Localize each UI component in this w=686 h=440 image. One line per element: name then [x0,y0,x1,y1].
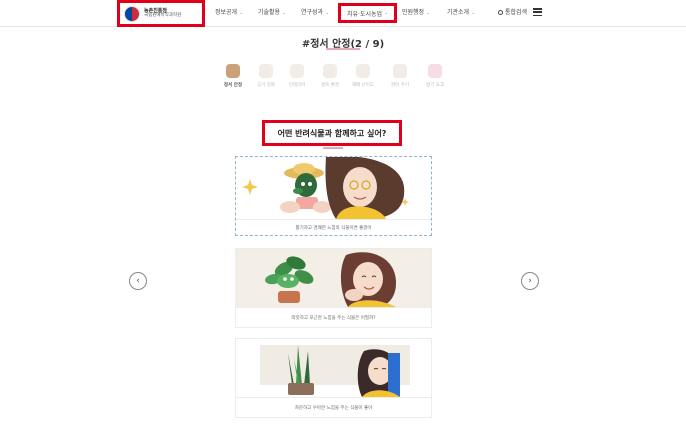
answer-card-warm[interactable]: 따뜻하고 포근한 느낌을 주는 식물은 어떨까? [235,248,432,328]
hamburger-menu-icon[interactable] [533,8,542,16]
cheerful-plant-illustration [236,157,431,219]
title-underline [326,48,360,50]
sun-icon [323,64,337,78]
step-item-emotional-stability[interactable]: 정서 안정 [218,64,248,88]
question-underline [323,147,343,149]
site-header: 농촌진흥청 국립원예특작과학원 정보공개 ⌄ 기술활용 ⌄ 연구성과 ⌄ 치유·도시농… [0,0,686,27]
heart-leaf-icon [226,64,240,78]
chevron-right-icon: › [528,275,532,286]
flower-icon [428,64,442,78]
step-label: 공기 정화 [257,83,275,88]
nav-item-tech-use[interactable]: 기술활용 ⌄ [258,7,286,16]
answer-card-calm[interactable]: 차분하고 우아한 느낌을 주는 식물이 좋아 [235,338,432,418]
chevron-down-icon: ⌄ [239,10,244,16]
site-logo[interactable]: 농촌진흥청 국립원예특작과학원 [117,0,205,27]
nav-item-civil-admin[interactable]: 민원행정 ⌄ [402,7,430,16]
sprout-icon [259,64,273,78]
integrated-search-button[interactable]: 통합검색 [498,7,527,16]
step-label: 인테리어 [288,83,306,88]
step-label: 생육 환경 [321,83,339,88]
card-caption: 차분하고 우아한 느낌을 주는 식물이 좋아 [236,397,431,417]
card-caption: 따뜻하고 포근한 느낌을 주는 식물은 어떨까? [236,307,431,327]
step-label: 정서 안정 [223,83,243,88]
nav-label: 정보공개 [215,9,238,16]
step-item-5: 재배 난이도 [348,64,378,88]
step-item-3: 인테리어 [282,64,312,88]
search-label: 통합검색 [505,9,528,16]
nav-label: 기관소개 [447,9,470,16]
step-indicator: 정서 안정 공기 정화 인테리어 생육 환경 재배 난이도 관리 주기 향기 효… [0,64,686,100]
search-icon [498,10,503,15]
nav-item-info-disclosure[interactable]: 정보공개 ⌄ [215,7,243,16]
logo-text: 농촌진흥청 국립원예특작과학원 [144,8,182,19]
step-item-6: 관리 주기 [385,64,415,88]
warm-plant-illustration [236,249,431,307]
answer-card-cheerful[interactable]: 활기차고 경쾌한 느낌의 식물이면 좋겠어 [235,156,432,236]
question-heading: 어떤 반려식물과 함께하고 싶어? [262,120,402,146]
chevron-down-icon: ⌄ [325,10,330,16]
card-illustration [236,157,431,219]
nav-label: 치유·도시농업 [347,10,383,18]
lightbulb-icon [356,64,370,78]
card-illustration [236,339,431,397]
chevron-down-icon: ⌄ [426,10,431,16]
card-illustration [236,249,431,307]
carousel-next-button[interactable]: › [521,272,539,290]
nav-label: 기술활용 [258,9,281,16]
chevron-down-icon: ⌄ [384,10,389,16]
chevron-down-icon: ⌄ [282,10,287,16]
chevron-down-icon: ⌄ [471,10,476,16]
step-item-7: 향기 효과 [420,64,450,88]
card-caption: 활기차고 경쾌한 느낌의 식물이면 좋겠어 [236,219,431,236]
step-label: 재배 난이도 [351,83,375,88]
step-label: 관리 주기 [391,83,409,88]
watering-can-icon [393,64,407,78]
nav-label: 연구성과 [301,9,324,16]
nav-item-research[interactable]: 연구성과 ⌄ [301,7,329,16]
logo-line-2: 국립원예특작과학원 [144,12,182,18]
carousel-prev-button[interactable]: ‹ [129,272,147,290]
nav-label: 민원행정 [402,9,425,16]
taegeuk-emblem-icon [124,5,140,22]
nav-item-about[interactable]: 기관소개 ⌄ [447,7,475,16]
calm-plant-illustration [236,339,431,397]
step-item-4: 생육 환경 [315,64,345,88]
step-item-2: 공기 정화 [251,64,281,88]
potted-plant-icon [290,64,304,78]
step-label: 향기 효과 [426,83,444,88]
chevron-left-icon: ‹ [136,275,140,286]
nav-item-healing-urban-agriculture[interactable]: 치유·도시농업 ⌄ [338,3,398,23]
